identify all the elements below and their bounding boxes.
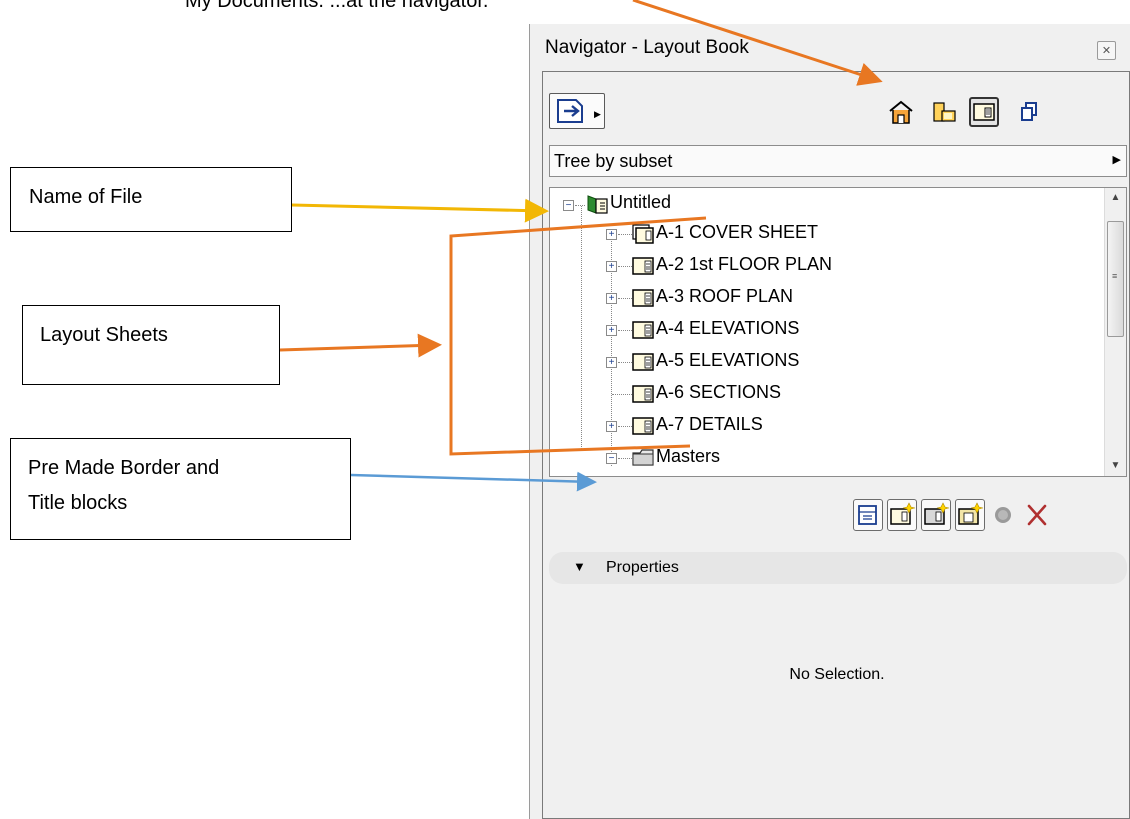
navigator-panel: Navigator - Layout Book ✕ ▶ Tree by subs… <box>529 24 1130 819</box>
callout-layout-sheets: Layout Sheets <box>22 305 280 385</box>
delete-button[interactable] <box>1023 499 1053 531</box>
tree-item-label: Masters <box>656 446 721 466</box>
new-layout-button[interactable] <box>887 499 917 531</box>
properties-label: Properties <box>606 559 679 576</box>
expand-icon[interactable]: + <box>606 229 617 240</box>
callout-name-of-file-text: Name of File <box>29 186 143 208</box>
publish-button[interactable]: ▶ <box>549 93 605 129</box>
tree-connector <box>618 362 632 363</box>
tree-connector <box>618 234 632 235</box>
dropdown-value: Tree by subset <box>554 151 673 171</box>
view-map-icon[interactable] <box>929 97 959 127</box>
publish-menu-arrow-icon[interactable]: ▶ <box>594 109 601 120</box>
arrow-name-of-file <box>291 198 549 223</box>
tree-item-label: A-1 COVER SHEET <box>656 222 819 242</box>
tree-connector <box>618 458 632 459</box>
scroll-up-icon[interactable]: ▲ <box>1105 188 1126 208</box>
layout-tree[interactable]: − Untitled + A-1 COVER SHEET + A-2 1st F… <box>549 187 1127 477</box>
callout-pre-made: Pre Made Border and Title blocks <box>10 438 351 540</box>
layout-sheet-icon <box>632 353 654 371</box>
tree-item-label: A-2 1st FLOOR PLAN <box>656 254 833 274</box>
layout-settings-icon <box>858 505 877 525</box>
tree-item-label: A-5 ELEVATIONS <box>656 350 800 370</box>
tree-connector <box>618 426 632 427</box>
layout-sheet-icon <box>632 417 654 435</box>
tree-item-label: A-4 ELEVATIONS <box>656 318 800 338</box>
tree-guide-line <box>581 206 582 451</box>
tree-item-label: A-6 SECTIONS <box>656 382 782 402</box>
publisher-sets-icon[interactable] <box>1015 97 1045 127</box>
tree-connector <box>618 266 632 267</box>
tree-connector <box>618 298 632 299</box>
close-icon[interactable]: ✕ <box>1097 41 1116 60</box>
new-layout-icon <box>890 502 916 525</box>
expand-icon[interactable]: + <box>606 261 617 272</box>
tree-connector <box>612 394 632 395</box>
collapse-icon[interactable]: − <box>606 453 617 464</box>
collapse-icon[interactable]: − <box>563 200 574 211</box>
tree-root-label: Untitled <box>610 192 672 212</box>
layout-book-root-icon <box>587 195 608 214</box>
new-subset-button[interactable] <box>955 499 985 531</box>
triangle-down-icon: ▼ <box>573 559 586 574</box>
top-caption: My Documents. ...at the navigator. <box>185 0 489 12</box>
expand-icon[interactable]: + <box>606 357 617 368</box>
new-subset-icon <box>958 502 984 525</box>
navigator-body: ▶ Tree by subset ▶ − Untitled + A-1 COVE… <box>542 71 1130 819</box>
layout-sheet-icon <box>632 257 654 275</box>
scroll-down-icon[interactable]: ▼ <box>1105 456 1126 476</box>
tree-view-dropdown[interactable]: Tree by subset ▶ <box>549 145 1127 177</box>
tree-connector <box>618 330 632 331</box>
expand-icon[interactable]: + <box>606 421 617 432</box>
tree-scrollbar[interactable]: ▲ ≡ ▼ <box>1104 188 1126 476</box>
no-selection-text: No Selection. <box>789 666 885 683</box>
tree-connector <box>575 205 585 206</box>
panel-title: Navigator - Layout Book <box>545 37 749 58</box>
layout-sheet-icon <box>632 321 654 339</box>
expand-icon[interactable]: + <box>606 293 617 304</box>
tree-item-label: A-7 DETAILS <box>656 414 763 434</box>
callout-pre-made-line1: Pre Made Border and <box>28 457 220 479</box>
new-master-button[interactable] <box>921 499 951 531</box>
record-icon <box>995 507 1011 523</box>
delete-icon <box>1027 504 1047 526</box>
layout-sheet-icon <box>632 385 654 403</box>
layout-book-icon[interactable] <box>969 97 999 127</box>
layout-sheet-icon <box>632 289 654 307</box>
properties-section[interactable]: ▼ Properties <box>549 552 1127 584</box>
expand-icon[interactable]: + <box>606 325 617 336</box>
grip-icon: ≡ <box>1112 271 1118 281</box>
chevron-right-icon: ▶ <box>1112 154 1121 166</box>
callout-layout-sheets-text: Layout Sheets <box>40 324 168 346</box>
new-master-icon <box>924 502 950 525</box>
layout-settings-button[interactable] <box>853 499 883 531</box>
callout-name-of-file: Name of File <box>10 167 292 232</box>
arrow-layout-sheets <box>279 333 442 358</box>
scroll-thumb[interactable]: ≡ <box>1107 221 1124 337</box>
tree-item-label: A-3 ROOF PLAN <box>656 286 794 306</box>
folder-icon <box>632 449 654 466</box>
callout-pre-made-line2: Title blocks <box>28 492 128 514</box>
record-button[interactable] <box>989 499 1019 531</box>
publish-icon <box>557 99 583 123</box>
master-layout-icon <box>632 224 654 244</box>
project-map-icon[interactable] <box>886 97 916 127</box>
